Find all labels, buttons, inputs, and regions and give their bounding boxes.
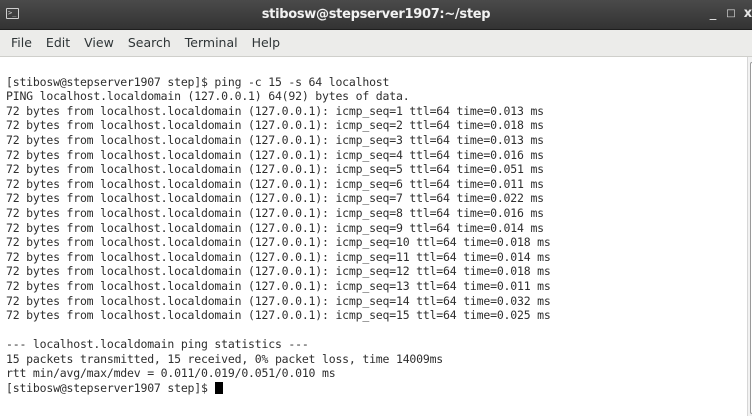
maximize-button[interactable]: □ (724, 5, 738, 23)
terminal-line: 72 bytes from localhost.localdomain (127… (6, 147, 544, 162)
terminal-line: 72 bytes from localhost.localdomain (127… (6, 308, 551, 323)
terminal-line: 72 bytes from localhost.localdomain (127… (6, 205, 544, 220)
terminal-line: [stibosw@stepserver1907 step]$ ping -c 1… (6, 74, 390, 89)
menu-help[interactable]: Help (245, 31, 288, 55)
terminal-line: 72 bytes from localhost.localdomain (127… (6, 162, 544, 177)
terminal-line: PING localhost.localdomain (127.0.0.1) 6… (6, 89, 410, 104)
menu-search[interactable]: Search (121, 31, 178, 55)
terminal-line: 72 bytes from localhost.localdomain (127… (6, 278, 551, 293)
title-bar[interactable]: >_ stibosw@stepserver1907:~/step _ □ x (0, 0, 752, 30)
terminal-line: 72 bytes from localhost.localdomain (127… (6, 118, 544, 133)
menu-file[interactable]: File (4, 31, 39, 55)
minimize-button[interactable]: _ (706, 5, 720, 23)
menu-terminal[interactable]: Terminal (178, 31, 245, 55)
menu-view[interactable]: View (77, 31, 121, 55)
terminal-line: 72 bytes from localhost.localdomain (127… (6, 103, 544, 118)
text-cursor (215, 382, 224, 395)
shell-prompt: [stibosw@stepserver1907 step]$ (6, 381, 215, 396)
prompt-line: [stibosw@stepserver1907 step]$ (6, 381, 551, 396)
menu-bar: File Edit View Search Terminal Help (0, 30, 752, 57)
terminal-line: 72 bytes from localhost.localdomain (127… (6, 293, 551, 308)
terminal-line: 72 bytes from localhost.localdomain (127… (6, 220, 544, 235)
terminal-output[interactable]: [stibosw@stepserver1907 step]$ ping -c 1… (0, 57, 747, 416)
terminal-line: 72 bytes from localhost.localdomain (127… (6, 249, 551, 264)
terminal-line: 72 bytes from localhost.localdomain (127… (6, 264, 551, 279)
terminal-line: 72 bytes from localhost.localdomain (127… (6, 191, 544, 206)
terminal-line: rtt min/avg/max/mdev = 0.011/0.019/0.051… (6, 366, 336, 381)
terminal-line: 15 packets transmitted, 15 received, 0% … (6, 351, 444, 366)
terminal-line: 72 bytes from localhost.localdomain (127… (6, 235, 551, 250)
window-title: stibosw@stepserver1907:~/step (261, 7, 491, 22)
terminal-line: --- localhost.localdomain ping statistic… (6, 337, 309, 352)
terminal-line: 72 bytes from localhost.localdomain (127… (6, 132, 544, 147)
menu-edit[interactable]: Edit (39, 31, 77, 55)
close-button[interactable]: x (741, 5, 752, 23)
terminal-text: [stibosw@stepserver1907 step]$ ping -c 1… (6, 60, 551, 416)
terminal-line: 72 bytes from localhost.localdomain (127… (6, 176, 544, 191)
